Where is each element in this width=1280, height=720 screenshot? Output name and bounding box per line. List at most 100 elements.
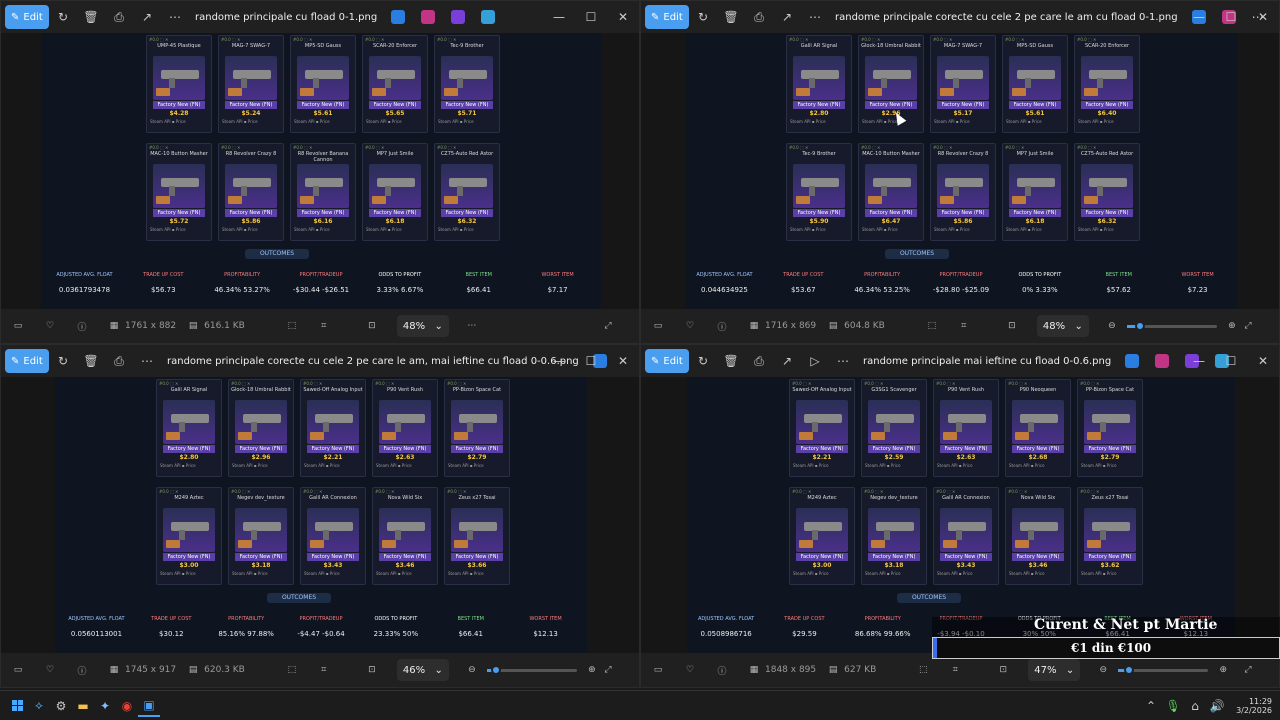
filmstrip-icon[interactable]: ▭ <box>651 321 665 331</box>
filmstrip-icon[interactable]: ▭ <box>11 665 25 675</box>
more-options-icon[interactable]: ⋯ <box>161 5 189 29</box>
zoom-dropdown[interactable]: 47% ⌄ <box>1028 659 1081 681</box>
zoom-dropdown[interactable]: 48% ⌄ <box>1036 315 1089 337</box>
fullscreen-icon[interactable]: ⤢ <box>1241 321 1255 331</box>
minimize-icon[interactable]: — <box>1183 1 1215 33</box>
print-icon[interactable]: ⎙ <box>745 5 773 29</box>
more-options-icon[interactable]: ⋯ <box>133 349 161 373</box>
delete-icon[interactable]: 🗑 <box>77 5 105 29</box>
zoom-in-icon[interactable]: ⊕ <box>585 665 599 675</box>
app-shortcut-icon[interactable] <box>1125 354 1140 368</box>
copilot-icon[interactable]: ⟡ <box>28 695 50 717</box>
mic-icon[interactable]: 🎙 <box>1162 695 1184 717</box>
favorite-icon[interactable]: ♡ <box>683 321 697 331</box>
start-icon[interactable] <box>6 695 28 717</box>
rotate-icon[interactable]: ↻ <box>49 349 77 373</box>
select-icon[interactable]: ⌗ <box>317 321 331 331</box>
network-icon[interactable]: ⌂ <box>1184 695 1206 717</box>
maximize-icon[interactable]: ☐ <box>575 1 607 33</box>
zoom-slider[interactable] <box>1118 664 1209 675</box>
crop-icon[interactable]: ⬚ <box>285 665 299 675</box>
edit-button[interactable]: ✎ Edit <box>5 5 49 29</box>
zoom-slider[interactable] <box>1126 320 1217 331</box>
zoom-out-icon[interactable]: ⊖ <box>465 665 479 675</box>
slideshow-icon[interactable]: ▷ <box>801 349 829 373</box>
share-icon[interactable]: ↗ <box>773 349 801 373</box>
clock[interactable]: 11:29 3/2/2026 <box>1236 697 1272 715</box>
print-icon[interactable]: ⎙ <box>105 349 133 373</box>
close-icon[interactable]: ✕ <box>607 345 639 377</box>
app-shortcut-icon[interactable] <box>391 10 406 24</box>
app-shortcut-icon[interactable] <box>481 10 496 24</box>
select-icon[interactable]: ⌗ <box>317 665 331 675</box>
minimize-icon[interactable]: — <box>543 1 575 33</box>
edit-button[interactable]: ✎ Edit <box>5 349 49 373</box>
delete-icon[interactable]: 🗑 <box>717 5 745 29</box>
select-icon[interactable]: ⌗ <box>957 321 971 331</box>
crop-icon[interactable]: ⬚ <box>916 665 930 675</box>
zoom-slider[interactable] <box>486 664 577 675</box>
delete-icon[interactable]: 🗑 <box>717 349 745 373</box>
rotate-icon[interactable]: ↻ <box>689 349 717 373</box>
filmstrip-icon[interactable]: ▭ <box>651 665 665 675</box>
chevron-up-icon[interactable]: ⌃ <box>1140 695 1162 717</box>
maximize-icon[interactable]: ☐ <box>1215 1 1247 33</box>
fit-icon[interactable]: ⊡ <box>996 665 1010 675</box>
settings-icon[interactable]: ⚙ <box>50 695 72 717</box>
filmstrip-icon[interactable]: ▭ <box>11 321 25 331</box>
edit-button[interactable]: ✎ Edit <box>645 349 689 373</box>
more-options-icon[interactable]: ⋯ <box>465 321 479 331</box>
delete-icon[interactable]: 🗑 <box>77 349 105 373</box>
crop-icon[interactable]: ⬚ <box>925 321 939 331</box>
share-icon[interactable]: ↗ <box>773 5 801 29</box>
fit-icon[interactable]: ⊡ <box>365 665 379 675</box>
select-icon[interactable]: ⌗ <box>948 665 962 675</box>
maximize-icon[interactable]: ☐ <box>575 345 607 377</box>
close-icon[interactable]: ✕ <box>1247 345 1279 377</box>
print-icon[interactable]: ⎙ <box>105 5 133 29</box>
fit-icon[interactable]: ⊡ <box>365 321 379 331</box>
info-icon[interactable]: ⓘ <box>715 664 729 677</box>
fullscreen-icon[interactable]: ⤢ <box>601 321 615 331</box>
fullscreen-icon[interactable]: ⤢ <box>601 665 615 675</box>
close-icon[interactable]: ✕ <box>607 1 639 33</box>
edit-button[interactable]: ✎ Edit <box>645 5 689 29</box>
more-options-icon[interactable]: ⋯ <box>829 349 857 373</box>
minimize-icon[interactable]: — <box>543 345 575 377</box>
favorite-icon[interactable]: ♡ <box>43 321 57 331</box>
fit-icon[interactable]: ⊡ <box>1005 321 1019 331</box>
maximize-icon[interactable]: ☐ <box>1215 345 1247 377</box>
app-shortcut-icon[interactable] <box>1155 354 1170 368</box>
zoom-dropdown[interactable]: 46% ⌄ <box>396 659 449 681</box>
favorite-icon[interactable]: ♡ <box>683 665 697 675</box>
minimize-icon[interactable]: — <box>1183 345 1215 377</box>
crop-icon[interactable]: ⬚ <box>285 321 299 331</box>
zoom-dropdown[interactable]: 48% ⌄ <box>396 315 449 337</box>
zoom-out-icon[interactable]: ⊖ <box>1105 321 1119 331</box>
sparkle-app-icon[interactable]: ✦ <box>94 695 116 717</box>
image-canvas[interactable]: #0.0 ⬚ ✕ Sawed-Off Analog Input Factory Ne… <box>641 377 1279 655</box>
info-icon[interactable]: ⓘ <box>75 664 89 677</box>
file-explorer-icon[interactable]: ▬ <box>72 695 94 717</box>
rotate-icon[interactable]: ↻ <box>49 5 77 29</box>
photos-app-icon[interactable]: ▣ <box>138 695 160 717</box>
image-canvas[interactable]: #0.0 ⬚ ✕ UMP-45 Plastique Factory New (FN)… <box>1 33 639 311</box>
info-icon[interactable]: ⓘ <box>715 320 729 333</box>
app-shortcut-icon[interactable] <box>421 10 436 24</box>
app-shortcut-icon[interactable] <box>451 10 466 24</box>
share-icon[interactable]: ↗ <box>133 5 161 29</box>
zoom-out-icon[interactable]: ⊖ <box>1096 665 1110 675</box>
volume-icon[interactable]: 🔊 <box>1206 695 1228 717</box>
chrome-icon[interactable]: ◉ <box>116 695 138 717</box>
image-canvas[interactable]: #0.0 ⬚ ✕ Galil AR Signal Factory New (FN) $… <box>641 33 1279 311</box>
print-icon[interactable]: ⎙ <box>745 349 773 373</box>
image-canvas[interactable]: #0.0 ⬚ ✕ Galil AR Signal Factory New (FN) $… <box>1 377 639 655</box>
rotate-icon[interactable]: ↻ <box>689 5 717 29</box>
zoom-in-icon[interactable]: ⊕ <box>1225 321 1239 331</box>
info-icon[interactable]: ⓘ <box>75 320 89 333</box>
zoom-in-icon[interactable]: ⊕ <box>1216 665 1230 675</box>
close-icon[interactable]: ✕ <box>1247 1 1279 33</box>
fullscreen-icon[interactable]: ⤢ <box>1241 665 1255 675</box>
favorite-icon[interactable]: ♡ <box>43 665 57 675</box>
more-options-icon[interactable]: ⋯ <box>801 5 829 29</box>
